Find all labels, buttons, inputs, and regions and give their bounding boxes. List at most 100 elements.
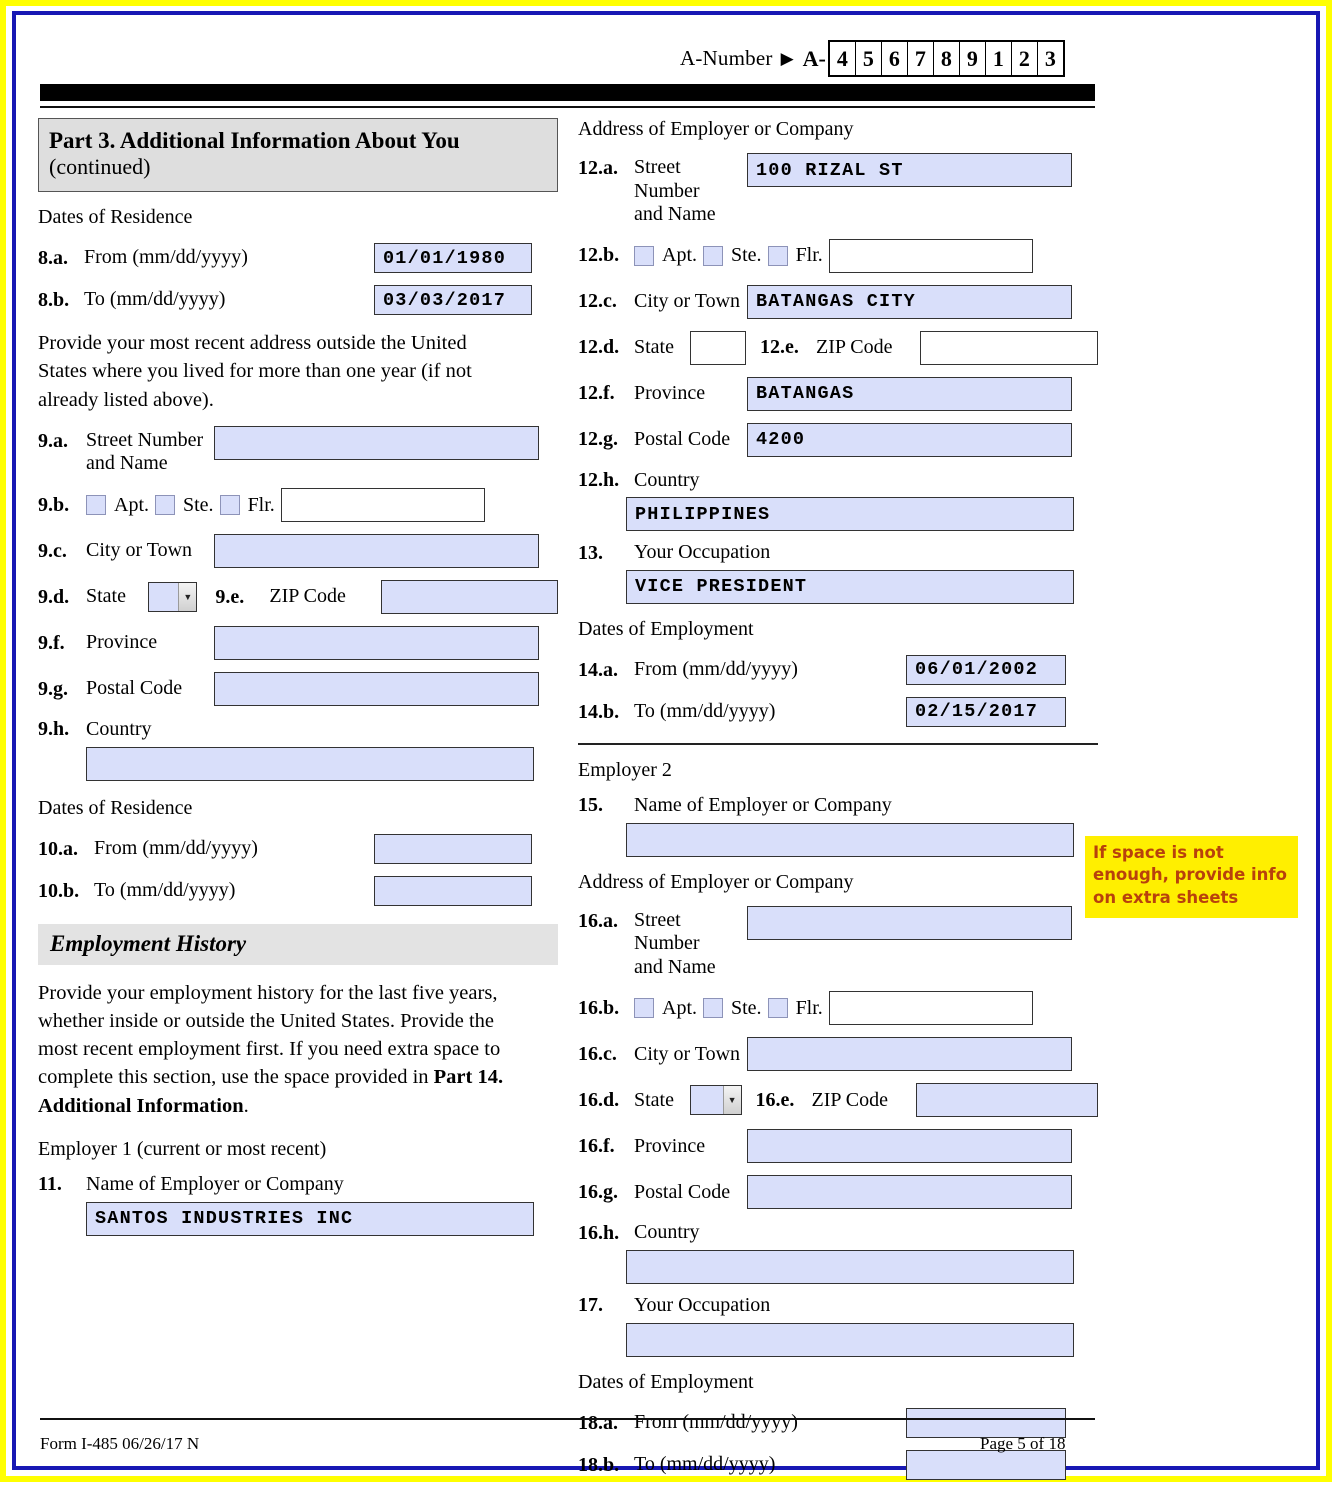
from-date-10a-input[interactable] (374, 834, 532, 864)
a-number-digit[interactable]: 1 (986, 42, 1012, 75)
field-label-9e: ZIP Code (269, 585, 381, 609)
field-number-12c: 12.c. (578, 290, 634, 313)
apt-ste-flr-number-9b-input[interactable] (281, 488, 485, 522)
a-number-digit[interactable]: 8 (934, 42, 960, 75)
country-12h-input[interactable]: PHILIPPINES (626, 497, 1074, 531)
ste-checkbox-12b[interactable] (703, 246, 723, 266)
employer2-address-heading: Address of Employer or Company (578, 871, 1098, 894)
from-date-14a-input[interactable]: 06/01/2002 (906, 655, 1066, 685)
field-row-8b: 8.b. To (mm/dd/yyyy) 03/03/2017 (38, 285, 558, 315)
city-or-town-9c-input[interactable] (214, 534, 539, 568)
field-row-11: 11. Name of Employer or Company SANTOS I… (38, 1173, 558, 1236)
chevron-down-icon[interactable]: ▼ (178, 583, 196, 611)
a-number-digit[interactable]: 3 (1038, 42, 1063, 75)
field-number-16a: 16.a. (578, 906, 634, 933)
zip-code-9e-input[interactable] (381, 580, 558, 614)
field-label-9a: Street Number and Name (86, 426, 214, 476)
field-label-12d: State (634, 336, 690, 360)
occupation-13-input[interactable]: VICE PRESIDENT (626, 570, 1074, 604)
extra-sheets-annotation: If space is not enough, provide info on … (1085, 836, 1298, 918)
apt-ste-flr-number-16b-input[interactable] (829, 991, 1033, 1025)
chevron-down-icon[interactable]: ▼ (723, 1086, 741, 1114)
a-number-digit[interactable]: 5 (856, 42, 882, 75)
field-number-9g: 9.g. (38, 678, 86, 701)
to-date-8b-input[interactable]: 03/03/2017 (374, 285, 532, 315)
a-number-digit[interactable]: 6 (882, 42, 908, 75)
field-row-16c: 16.c. City or Town (578, 1037, 1098, 1071)
flr-checkbox-9b[interactable] (220, 495, 240, 515)
field-label-15: Name of Employer or Company (634, 794, 892, 818)
field-label-14a: From (mm/dd/yyyy) (634, 655, 906, 682)
a-number-header: A-Number ▶ A- 4 5 6 7 8 9 1 2 3 (680, 40, 1065, 77)
postal-code-16g-input[interactable] (747, 1175, 1072, 1209)
flr-checkbox-12b[interactable] (768, 246, 788, 266)
field-label-12c: City or Town (634, 290, 747, 314)
to-date-10b-input[interactable] (374, 876, 532, 906)
apt-ste-flr-number-12b-input[interactable] (829, 239, 1033, 273)
city-or-town-12c-input[interactable]: BATANGAS CITY (747, 285, 1072, 319)
province-9f-input[interactable] (214, 626, 539, 660)
field-label-9a-line1: Street Number (86, 429, 203, 451)
left-column: Part 3. Additional Information About You… (38, 118, 558, 1248)
to-date-18b-input[interactable] (906, 1450, 1066, 1480)
field-number-9d: 9.d. (38, 586, 86, 609)
field-row-12c: 12.c. City or Town BATANGAS CITY (578, 285, 1098, 319)
employment-instruction-part2: . (244, 1095, 249, 1117)
header-rule (40, 106, 1095, 108)
employment-history-banner: Employment History (38, 924, 558, 965)
field-label-10b: To (mm/dd/yyyy) (94, 876, 374, 903)
apt-checkbox-9b[interactable] (86, 495, 106, 515)
city-or-town-16c-input[interactable] (747, 1037, 1072, 1071)
a-number-digit[interactable]: 9 (960, 42, 986, 75)
field-number-16b: 16.b. (578, 997, 634, 1020)
field-number-16d: 16.d. (578, 1089, 634, 1112)
field-label-9h: Country (86, 718, 152, 742)
field-number-12b: 12.b. (578, 244, 634, 267)
a-number-digit[interactable]: 4 (830, 42, 856, 75)
employment-history-instruction: Provide your employment history for the … (38, 979, 518, 1120)
street-number-name-16a-input[interactable] (747, 906, 1072, 940)
state-12d-input[interactable] (690, 331, 746, 365)
apt-label-16b: Apt. (662, 997, 697, 1020)
field-label-12g: Postal Code (634, 428, 747, 452)
street-number-name-12a-input[interactable]: 100 RIZAL ST (747, 153, 1072, 187)
street-number-name-9a-input[interactable] (214, 426, 539, 460)
from-date-8a-input[interactable]: 01/01/1980 (374, 243, 532, 273)
part3-subtitle: (continued) (49, 154, 547, 180)
ste-checkbox-9b[interactable] (155, 495, 175, 515)
apt-checkbox-12b[interactable] (634, 246, 654, 266)
state-dropdown-9d[interactable]: ▼ (148, 582, 197, 612)
country-16h-input[interactable] (626, 1250, 1074, 1284)
zip-code-16e-input[interactable] (916, 1083, 1098, 1117)
occupation-17-input[interactable] (626, 1323, 1074, 1357)
ste-checkbox-16b[interactable] (703, 998, 723, 1018)
province-12f-input[interactable]: BATANGAS (747, 377, 1072, 411)
postal-code-12g-input[interactable]: 4200 (747, 423, 1072, 457)
postal-code-9g-input[interactable] (214, 672, 539, 706)
ste-label-16b: Ste. (731, 997, 762, 1020)
country-9h-input[interactable] (86, 747, 534, 781)
flr-label-12b: Flr. (796, 244, 823, 267)
province-16f-input[interactable] (747, 1129, 1072, 1163)
flr-checkbox-16b[interactable] (768, 998, 788, 1018)
form-id-footer: Form I-485 06/26/17 N (40, 1434, 199, 1454)
employer2-name-15-input[interactable] (626, 823, 1074, 857)
employer1-name-11-input[interactable]: SANTOS INDUSTRIES INC (86, 1202, 534, 1236)
field-row-9b: 9.b. Apt. Ste. Flr. (38, 488, 558, 522)
a-number-digit[interactable]: 7 (908, 42, 934, 75)
field-row-10b: 10.b. To (mm/dd/yyyy) (38, 876, 558, 906)
part3-title: Part 3. Additional Information About You (49, 128, 547, 154)
field-number-15: 15. (578, 794, 634, 817)
apt-checkbox-16b[interactable] (634, 998, 654, 1018)
a-number-boxes[interactable]: 4 5 6 7 8 9 1 2 3 (828, 40, 1065, 77)
field-row-12d-12e: 12.d. State 12.e. ZIP Code (578, 331, 1098, 365)
field-label-16c: City or Town (634, 1043, 747, 1067)
state-dropdown-16d[interactable]: ▼ (690, 1085, 742, 1115)
field-number-12h: 12.h. (578, 469, 634, 492)
zip-code-12e-input[interactable] (920, 331, 1098, 365)
field-row-18b: 18.b. To (mm/dd/yyyy) (578, 1450, 1098, 1480)
to-date-14b-input[interactable]: 02/15/2017 (906, 697, 1066, 727)
field-number-16c: 16.c. (578, 1043, 634, 1066)
a-number-digit[interactable]: 2 (1012, 42, 1038, 75)
field-label-16a: Street Number and Name (634, 906, 747, 980)
